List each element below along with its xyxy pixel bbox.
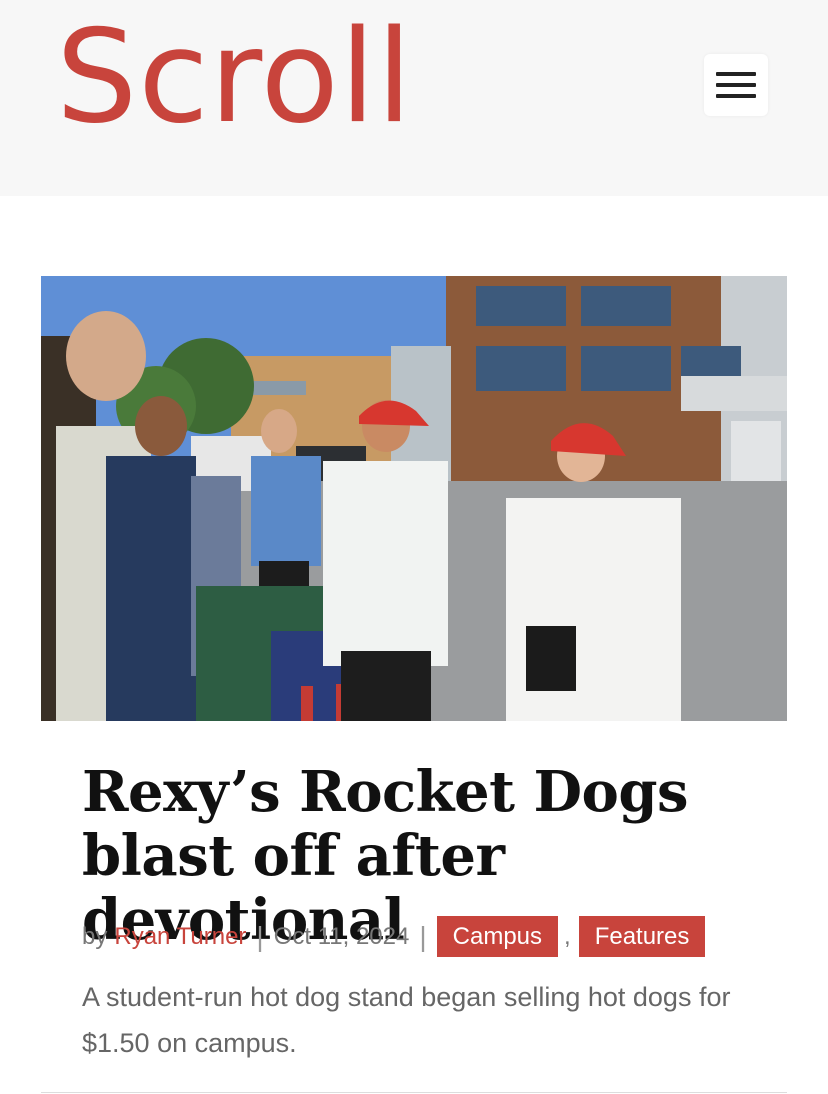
menu-bar xyxy=(716,83,756,87)
byline-prefix: by xyxy=(82,922,108,950)
divider xyxy=(41,1092,787,1093)
site-logo[interactable]: Scroll xyxy=(56,14,413,142)
menu-bar xyxy=(716,94,756,98)
category-separator: , xyxy=(564,922,571,950)
photo-illustration xyxy=(41,276,787,721)
publish-date: Oct 11, 2024 xyxy=(273,922,410,950)
article-featured-image[interactable] xyxy=(41,276,787,721)
meta-separator: | xyxy=(256,920,264,952)
hamburger-menu-icon[interactable] xyxy=(704,54,768,116)
site-header: Scroll xyxy=(0,0,828,196)
author-link[interactable]: Ryan Turner xyxy=(114,923,246,951)
article-meta: by Ryan Turner | Oct 11, 2024 | Campus ,… xyxy=(82,916,782,957)
category-tag-features[interactable]: Features xyxy=(578,916,706,957)
meta-separator: | xyxy=(419,920,427,952)
article-excerpt: A student-run hot dog stand began sellin… xyxy=(82,982,731,1058)
menu-bar xyxy=(716,72,756,76)
category-tag-campus[interactable]: Campus xyxy=(436,916,559,957)
